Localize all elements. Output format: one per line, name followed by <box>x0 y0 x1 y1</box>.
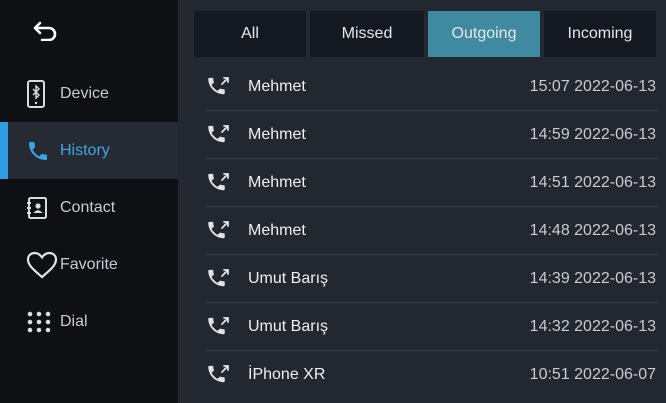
sidebar-item-label: Device <box>60 84 109 102</box>
phone-icon <box>26 139 60 163</box>
outgoing-call-icon <box>206 171 248 195</box>
history-panel: All Missed Outgoing Incoming Mehmet 15:0… <box>178 0 666 403</box>
outgoing-call-icon <box>206 75 248 99</box>
tab-outgoing[interactable]: Outgoing <box>428 11 540 57</box>
caller-name: Umut Barış <box>248 318 329 335</box>
caller-name: Umut Barış <box>248 270 329 287</box>
call-time: 14:32 2022-06-13 <box>529 318 656 335</box>
keypad-icon <box>26 310 60 334</box>
sidebar-item-label: Dial <box>60 312 88 330</box>
list-item[interactable]: Umut Barış 14:39 2022-06-13 <box>178 255 666 303</box>
sidebar: Device History Contact Favorite Dial <box>0 0 178 403</box>
outgoing-call-icon <box>206 315 248 339</box>
list-item[interactable]: Umut Barış 14:32 2022-06-13 <box>178 303 666 351</box>
tab-incoming[interactable]: Incoming <box>544 11 656 57</box>
list-item[interactable]: İPhone XR 10:51 2022-06-07 <box>178 351 666 399</box>
heart-icon <box>26 251 60 279</box>
outgoing-call-icon <box>206 219 248 243</box>
caller-name: Mehmet <box>248 174 306 191</box>
list-item[interactable]: Mehmet 14:59 2022-06-13 <box>178 111 666 159</box>
call-time: 14:51 2022-06-13 <box>529 174 656 191</box>
sidebar-item-history[interactable]: History <box>0 122 178 179</box>
sidebar-item-label: Favorite <box>60 255 118 273</box>
sidebar-item-label: History <box>60 141 110 159</box>
outgoing-call-icon <box>206 267 248 291</box>
sidebar-item-contact[interactable]: Contact <box>0 179 178 236</box>
back-arrow-icon <box>32 19 60 46</box>
list-item[interactable]: Mehmet 14:48 2022-06-13 <box>178 207 666 255</box>
outgoing-call-icon <box>206 363 248 387</box>
sidebar-item-dial[interactable]: Dial <box>0 293 178 350</box>
call-time: 14:59 2022-06-13 <box>529 126 656 143</box>
list-item[interactable]: Mehmet 14:51 2022-06-13 <box>178 159 666 207</box>
caller-name: Mehmet <box>248 126 306 143</box>
bluetooth-phone-icon <box>26 79 60 108</box>
back-button[interactable] <box>0 0 178 65</box>
call-time: 14:48 2022-06-13 <box>529 222 656 239</box>
call-list: Mehmet 15:07 2022-06-13 Mehmet 14:59 202… <box>178 63 666 399</box>
contact-book-icon <box>26 196 60 220</box>
sidebar-item-favorite[interactable]: Favorite <box>0 236 178 293</box>
caller-name: Mehmet <box>248 222 306 239</box>
filter-tabs: All Missed Outgoing Incoming <box>178 0 666 57</box>
caller-name: İPhone XR <box>248 366 326 383</box>
call-time: 10:51 2022-06-07 <box>529 366 656 383</box>
list-item[interactable]: Mehmet 15:07 2022-06-13 <box>178 63 666 111</box>
outgoing-call-icon <box>206 123 248 147</box>
car-phone-screen: Device History Contact Favorite Dial All… <box>0 0 666 403</box>
tab-all[interactable]: All <box>194 11 306 57</box>
caller-name: Mehmet <box>248 78 306 95</box>
tab-missed[interactable]: Missed <box>310 11 424 57</box>
call-time: 15:07 2022-06-13 <box>529 78 656 95</box>
sidebar-item-device[interactable]: Device <box>0 65 178 122</box>
sidebar-item-label: Contact <box>60 198 116 216</box>
call-time: 14:39 2022-06-13 <box>529 270 656 287</box>
